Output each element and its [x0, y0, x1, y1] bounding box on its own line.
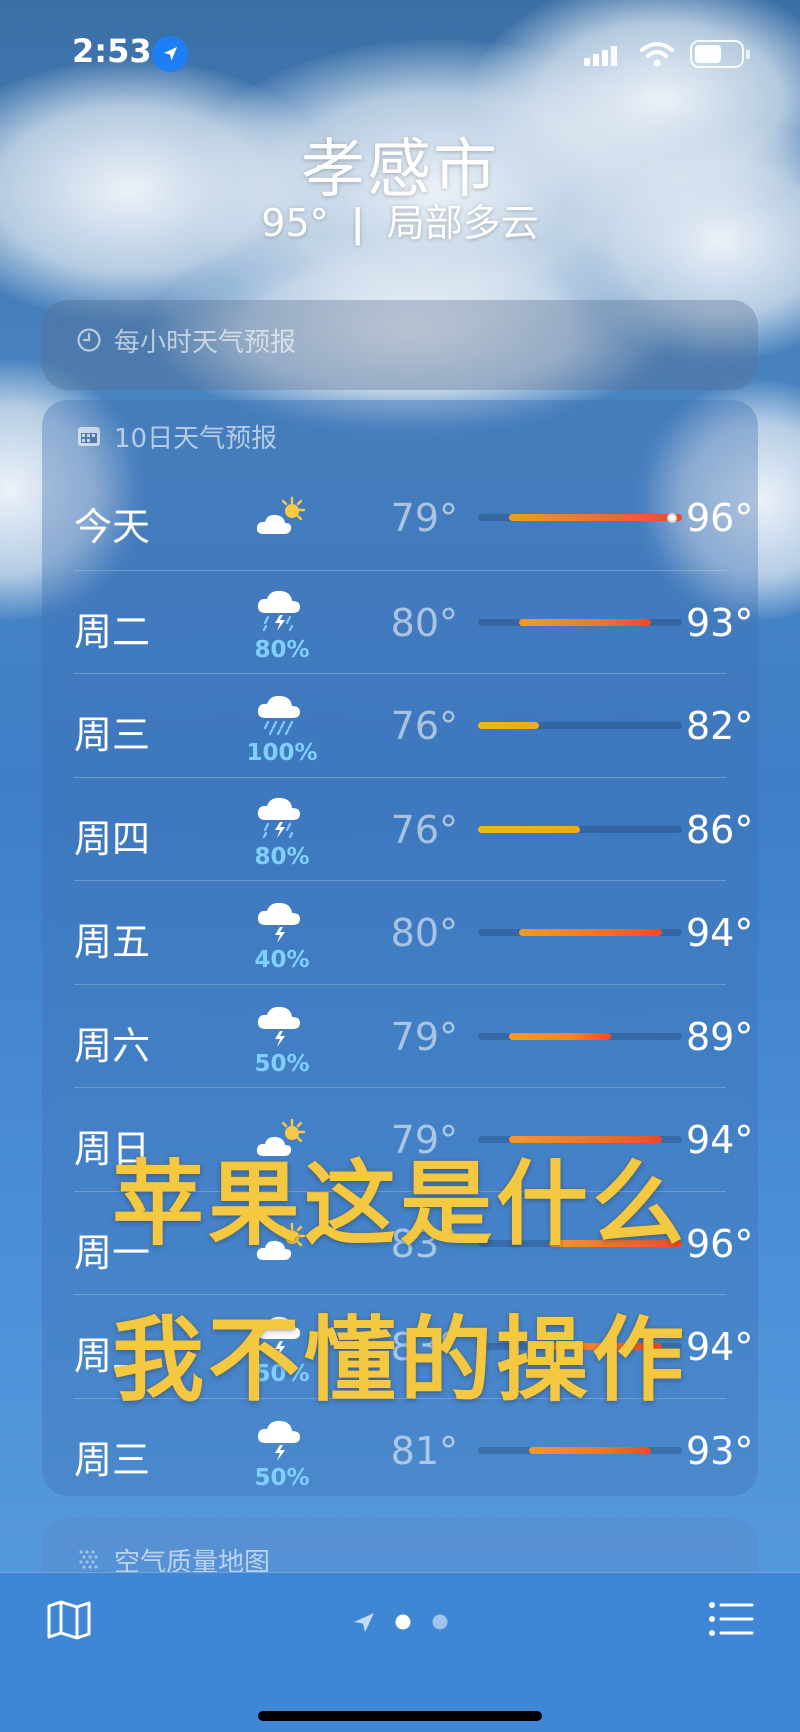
forecast-row[interactable]: 周四 80% 76° 86°: [74, 776, 753, 881]
current-temperature: 95°: [261, 201, 329, 245]
forecast-day-label: 周六: [74, 1023, 151, 1068]
current-temperature-dot: [666, 512, 677, 523]
low-temperature: 76°: [390, 704, 458, 748]
hourly-forecast-card[interactable]: 每小时天气预报: [42, 300, 758, 390]
low-temperature: 79°: [390, 1014, 458, 1059]
sun-cloud-icon: [254, 494, 310, 540]
precipitation-chance: 80%: [254, 843, 310, 870]
temperature-range-bar: [518, 618, 652, 626]
forecast-card-header: 10日天气预报: [76, 416, 277, 456]
battery-icon: [690, 40, 750, 68]
clock-icon: [77, 328, 101, 352]
air-quality-map-icon: [79, 1550, 98, 1569]
current-condition: 局部多云: [386, 201, 539, 245]
low-temperature: 76°: [390, 807, 458, 852]
location-arrow-icon: [152, 36, 188, 72]
bottom-toolbar: [0, 1572, 800, 1732]
forecast-row[interactable]: 周三 100% 76° 82°: [74, 673, 753, 777]
status-bar: 2:53: [0, 0, 800, 104]
forecast-day-label: 周五: [74, 920, 151, 964]
rain-icon: [254, 690, 310, 736]
thunder-icon: [254, 897, 310, 943]
temperature-range-track: [478, 825, 682, 833]
precipitation-chance: 40%: [254, 947, 310, 973]
forecast-day-label: 周三: [74, 1437, 151, 1482]
temperature-range-track: [478, 1032, 682, 1040]
forecast-row[interactable]: 周五 40% 80° 94°: [74, 880, 753, 984]
list-icon[interactable]: [708, 1601, 754, 1637]
forecast-row[interactable]: 今天 79° 96°: [74, 466, 753, 570]
low-temperature: 80°: [390, 600, 458, 645]
hourly-card-title: 每小时天气预报: [114, 327, 297, 358]
hourly-card-header: 每小时天气预报: [76, 320, 296, 360]
temperature-range-track: [478, 929, 682, 936]
high-temperature: 93°: [686, 1428, 754, 1473]
forecast-day-label: 周四: [74, 816, 151, 861]
low-temperature: 79°: [390, 496, 458, 540]
temperature-range-bar: [508, 514, 682, 521]
location-page-arrow-icon: [354, 1613, 374, 1632]
high-temperature: 82°: [686, 704, 754, 748]
temperature-range-bar: [529, 1446, 652, 1454]
calendar-icon: [78, 427, 100, 446]
overlay-caption-line-1: 苹果这是什么: [111, 1151, 688, 1258]
low-temperature: 81°: [390, 1428, 458, 1473]
forecast-day-label: 周二: [74, 609, 151, 654]
temperature-range-track: [478, 618, 682, 626]
thunder-icon: [254, 1415, 310, 1461]
cellular-signal-icon: [584, 44, 617, 66]
thunder-icon: [254, 1001, 310, 1047]
temperature-range-bar: [518, 929, 662, 936]
temperature-range-track: [478, 1446, 682, 1454]
temperature-range-track: [478, 512, 682, 523]
low-temperature: 80°: [390, 911, 458, 955]
forecast-day-label: 周三: [74, 713, 151, 757]
forecast-card-title: 10日天气预报: [114, 423, 278, 454]
precipitation-chance: 50%: [254, 1050, 310, 1077]
map-icon[interactable]: [46, 1599, 92, 1641]
page-dot: [432, 1614, 448, 1630]
temperature-range-bar: [508, 1032, 611, 1040]
high-temperature: 86°: [686, 807, 754, 852]
home-indicator[interactable]: [258, 1711, 542, 1721]
current-summary: 95° | 局部多云: [0, 192, 800, 247]
status-time: 2:53: [72, 32, 152, 70]
wifi-icon: [640, 40, 674, 68]
temperature-range-bar: [478, 722, 540, 729]
forecast-row[interactable]: 周六 50% 79° 89°: [74, 983, 753, 1088]
page-dot-active: [395, 1614, 411, 1630]
thunder-rain-icon: [254, 587, 310, 633]
precipitation-chance: 50%: [254, 1464, 310, 1491]
overlay-caption-line-2: 我不懂的操作: [111, 1307, 688, 1414]
high-temperature: 89°: [686, 1014, 754, 1059]
high-temperature: 96°: [686, 496, 754, 540]
temperature-range-bar: [478, 825, 580, 833]
forecast-day-label: 今天: [74, 505, 151, 549]
thunder-rain-icon: [254, 794, 310, 840]
high-temperature: 94°: [686, 911, 754, 955]
high-temperature: 93°: [686, 600, 754, 645]
page-indicator[interactable]: [352, 1607, 452, 1637]
temperature-range-track: [478, 722, 682, 729]
summary-separator: |: [350, 201, 365, 245]
forecast-row[interactable]: 周二 80% 80° 93°: [74, 569, 753, 674]
precipitation-chance: 80%: [254, 636, 310, 663]
precipitation-chance: 100%: [246, 740, 318, 766]
